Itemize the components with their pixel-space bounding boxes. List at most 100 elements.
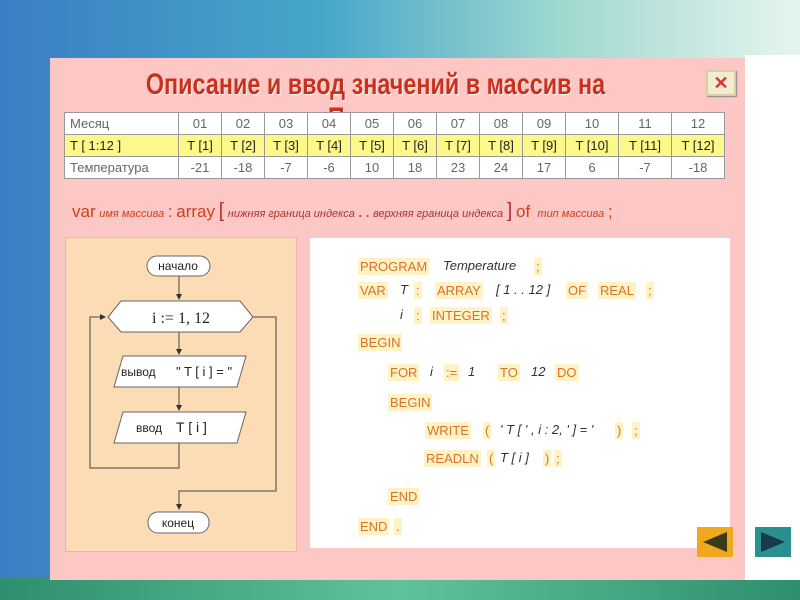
code-token: ( <box>483 422 492 439</box>
month-table: Месяц 01 02 03 04 05 06 07 08 09 10 11 12 T [ 1:12 ] T… <box>64 112 725 179</box>
code-token: ' T [ ' , i : 2, ' ] = ' <box>500 422 594 437</box>
code-token: : <box>414 307 422 324</box>
start-label: начало <box>158 259 198 273</box>
input-label: ввод <box>136 421 162 435</box>
code-panel: PROGRAM Temperature; VAR T: ARRAY [ 1 . . 12 … <box>310 238 730 548</box>
code-token: i <box>430 364 433 379</box>
code-token: : <box>414 282 422 299</box>
code-token: BEGIN <box>358 334 403 351</box>
table-cell: 06 <box>393 112 437 135</box>
table-cell: T [6] <box>393 134 437 157</box>
output-label: вывод <box>121 365 156 379</box>
table-cell: -18 <box>221 156 265 179</box>
code-token: ) <box>543 450 552 467</box>
close-icon[interactable]: ✕ <box>706 70 736 96</box>
code-token: VAR <box>358 282 388 299</box>
loop-label: i := 1, 12 <box>152 310 210 327</box>
table-cell: 12 <box>671 112 725 135</box>
syntax-name: имя массива <box>99 208 165 220</box>
table-row: Температура -21 -18 -7 -6 10 18 23 24 17 6 -7 -18 <box>64 156 725 179</box>
table-cell: 11 <box>618 112 672 135</box>
syntax-semi: ; <box>607 202 613 221</box>
code-token: [ 1 . . 12 ] <box>496 282 551 297</box>
table-cell: 6 <box>565 156 619 179</box>
code-token: i <box>400 307 403 322</box>
flowchart: начало i := 1, 12 вывод " T [ i ] = " вв… <box>65 237 297 552</box>
table-cell: -7 <box>264 156 308 179</box>
code-token: ( <box>487 450 496 467</box>
code-token: ARRAY <box>435 282 483 299</box>
code-token: ; <box>554 450 562 467</box>
row-header: Месяц <box>64 112 179 135</box>
code-token: END <box>388 488 420 505</box>
output-text: " T [ i ] = " <box>176 364 232 379</box>
code-token: T <box>400 282 408 297</box>
code-token: PROGRAM <box>358 258 430 275</box>
table-row: T [ 1:12 ] T [1] T [2] T [3] T [4] T [5] T [6]… <box>64 134 725 157</box>
row-header: T [ 1:12 ] <box>64 134 179 157</box>
prev-button[interactable] <box>697 527 733 557</box>
table-cell: T [10] <box>565 134 619 157</box>
code-token: READLN <box>424 450 481 467</box>
table-cell: T [5] <box>350 134 394 157</box>
next-button[interactable] <box>755 527 791 557</box>
code-token: INTEGER <box>430 307 492 324</box>
code-token: OF <box>566 282 589 299</box>
code-token: ; <box>632 422 640 439</box>
table-cell: T [9] <box>522 134 566 157</box>
code-token: TO <box>498 364 520 381</box>
table-cell: -7 <box>618 156 672 179</box>
table-cell: T [11] <box>618 134 672 157</box>
syntax-line: var имя массива : array [ нижняя граница… <box>72 200 613 223</box>
code-token: 12 <box>531 364 546 379</box>
table-cell: T [1] <box>178 134 222 157</box>
code-token: T [ i ] <box>500 450 529 465</box>
code-token: END <box>358 518 390 535</box>
code-token: ; <box>646 282 654 299</box>
row-header: Температура <box>64 156 179 179</box>
code-token: ; <box>534 258 542 275</box>
table-cell: 02 <box>221 112 265 135</box>
code-token: BEGIN <box>388 394 433 411</box>
syntax-high: верхняя граница индекса <box>372 208 504 220</box>
table-cell: T [8] <box>479 134 523 157</box>
table-cell: 17 <box>522 156 566 179</box>
slide: Описание и ввод значений в массив на Пас… <box>50 58 745 580</box>
table-cell: 01 <box>178 112 222 135</box>
syntax-low: нижняя граница индекса <box>227 208 355 220</box>
table-cell: T [4] <box>307 134 351 157</box>
background-strip <box>745 55 800 580</box>
code-token: REAL <box>598 282 636 299</box>
code-token: ) <box>615 422 624 439</box>
table-cell: T [12] <box>671 134 725 157</box>
table-row: Месяц 01 02 03 04 05 06 07 08 09 10 11 12 <box>64 112 725 135</box>
syntax-dots: . . <box>358 205 370 220</box>
table-cell: 09 <box>522 112 566 135</box>
table-cell: 10 <box>565 112 619 135</box>
table-cell: 08 <box>479 112 523 135</box>
syntax-colon: : <box>167 202 173 221</box>
code-token: := <box>444 364 460 381</box>
kw-array: array <box>176 202 215 221</box>
table-cell: 24 <box>479 156 523 179</box>
table-cell: 10 <box>350 156 394 179</box>
table-cell: -21 <box>178 156 222 179</box>
code-token: . <box>394 518 402 535</box>
table-cell: 18 <box>393 156 437 179</box>
syntax-rb: ] <box>506 200 513 222</box>
bottom-band <box>0 578 800 600</box>
table-cell: -6 <box>307 156 351 179</box>
table-cell: T [7] <box>436 134 480 157</box>
input-text: T [ i ] <box>176 419 207 435</box>
code-token: DO <box>555 364 579 381</box>
end-label: конец <box>162 516 194 530</box>
table-cell: 05 <box>350 112 394 135</box>
kw-of: of <box>515 202 531 221</box>
syntax-lb: [ <box>218 200 225 222</box>
table-cell: 07 <box>436 112 480 135</box>
table-cell: 03 <box>264 112 308 135</box>
code-token: FOR <box>388 364 420 381</box>
table-cell: T [2] <box>221 134 265 157</box>
table-cell: 23 <box>436 156 480 179</box>
table-cell: T [3] <box>264 134 308 157</box>
